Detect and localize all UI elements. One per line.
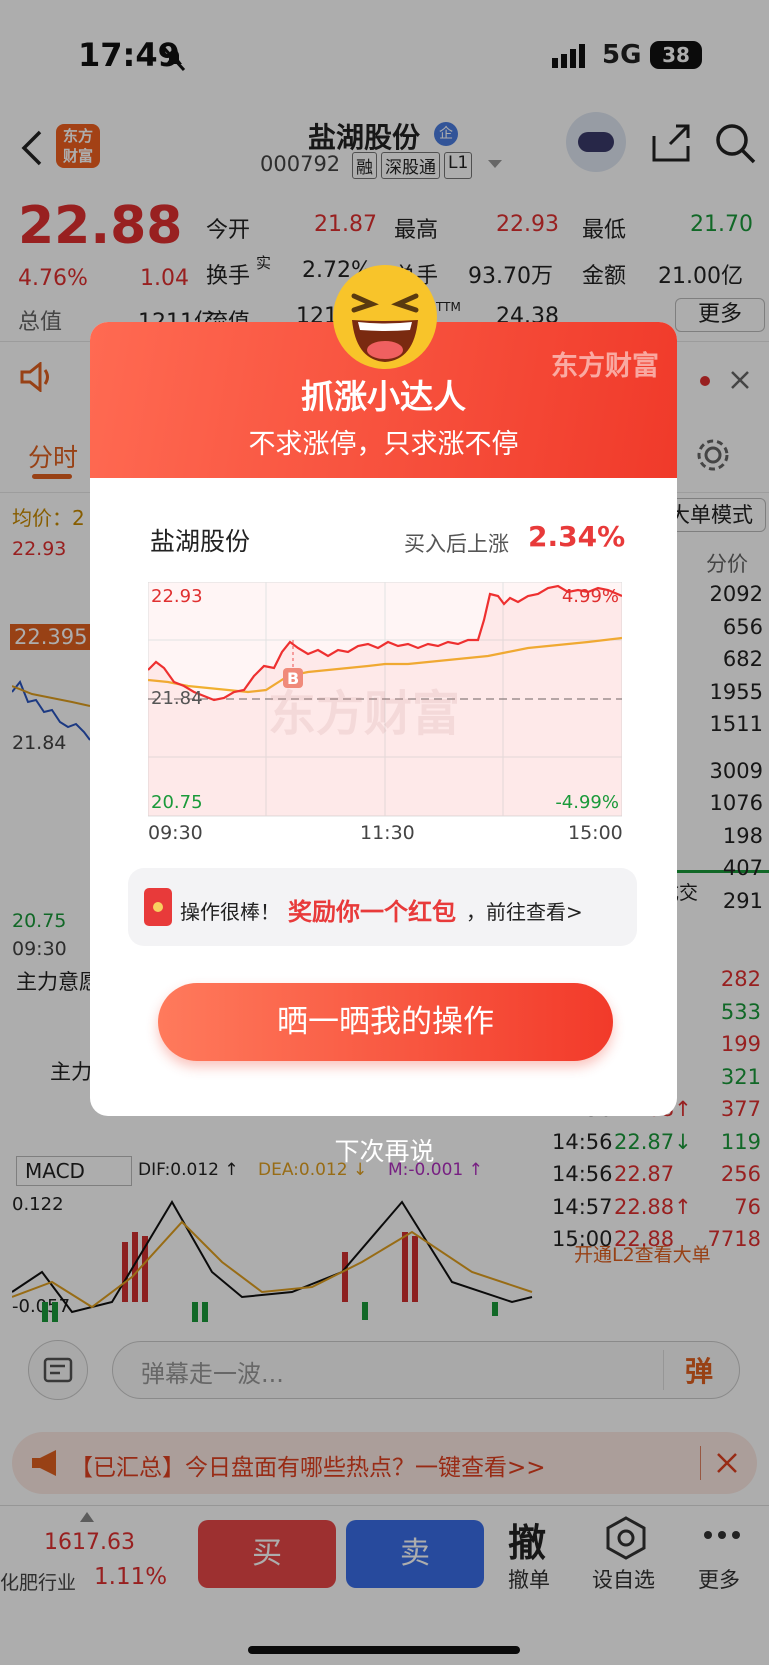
gain-value: 2.34%	[528, 520, 626, 553]
laughing-emoji-icon	[333, 265, 437, 369]
red-envelope-icon	[144, 888, 172, 926]
pct-axis-low: -4.99%	[555, 792, 619, 813]
reward-banner[interactable]: 操作很棒！ 奖励你一个红包 ，前往查看>	[128, 868, 637, 946]
later-button[interactable]: 下次再说	[0, 1132, 769, 1168]
y-axis-low: 20.75	[151, 792, 203, 813]
reward-link[interactable]: ，前往查看>	[466, 896, 583, 925]
share-operation-button[interactable]: 晒一晒我的操作	[158, 983, 613, 1061]
modal-stock-name: 盐湖股份	[150, 527, 251, 556]
x-label-start: 09:30	[148, 822, 203, 844]
modal-subtitle: 不求涨停，只求涨不停	[248, 429, 519, 460]
modal-title: 抓涨小达人	[301, 377, 466, 416]
achievement-modal: 东方财富 抓涨小达人 不求涨停，只求涨不停 盐湖股份 买入后上涨 2.34% 东…	[90, 322, 677, 1116]
reward-prefix: 操作很棒！	[180, 900, 280, 924]
x-label-end: 15:00	[568, 822, 623, 844]
buy-marker-letter: B	[287, 669, 299, 688]
modal-intraday-chart: 东方财富 B 22.93 21.84 20.75 4.99% -4.99%	[148, 582, 622, 817]
x-label-mid: 11:30	[360, 822, 415, 844]
pct-axis-high: 4.99%	[562, 586, 619, 607]
gain-label: 买入后上涨	[404, 532, 509, 556]
reward-main: 奖励你一个红包	[288, 898, 456, 926]
y-axis-mid: 21.84	[151, 688, 203, 709]
y-axis-high: 22.93	[151, 586, 203, 607]
